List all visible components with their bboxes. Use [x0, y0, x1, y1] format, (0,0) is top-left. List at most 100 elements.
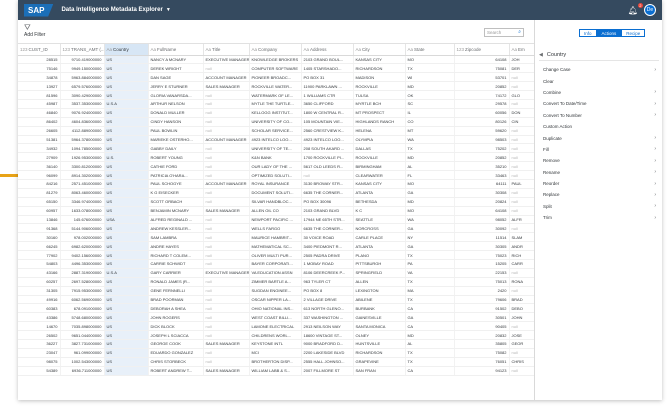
- table-cell[interactable]: 45987: [18, 99, 61, 109]
- table-cell[interactable]: BAYER CORPORATI...: [249, 259, 302, 269]
- table-cell[interactable]: IL: [405, 108, 455, 118]
- table-cell[interactable]: ATLANTA: [353, 188, 406, 198]
- table-cell[interactable]: 1700 ROCKVILLE PI...: [301, 152, 354, 163]
- table-cell[interactable]: null: [203, 197, 250, 207]
- table-cell[interactable]: SALES MANAGER: [203, 339, 250, 349]
- table-cell[interactable]: 8914.302000000: [60, 170, 105, 180]
- column-header-title[interactable]: AaTitle: [203, 44, 250, 56]
- column-header-company[interactable]: AaCompany: [249, 44, 302, 56]
- table-cell[interactable]: 3400 PIEDMONT R...: [301, 241, 354, 252]
- table-cell[interactable]: 81279: [18, 188, 61, 198]
- table-cell[interactable]: EXECUTIVE MANAGER: [203, 55, 250, 65]
- table-cell[interactable]: 6635 THE CORNER...: [301, 188, 354, 198]
- table-cell[interactable]: 77902: [18, 250, 61, 260]
- column-header-country[interactable]: AaCountry: [104, 44, 149, 56]
- table-cell[interactable]: null: [509, 321, 534, 332]
- table-cell[interactable]: MD: [405, 197, 455, 207]
- table-row[interactable]: 34932 1094.785000000 US GABBY DAILY null UNIV…: [18, 143, 534, 154]
- table-cell[interactable]: 4604.836000000: [60, 117, 105, 127]
- table-cell[interactable]: WELLS FARGO: [249, 223, 302, 234]
- table-cell[interactable]: 6579.576000000: [60, 81, 105, 92]
- table-cell[interactable]: 59620: [454, 126, 510, 136]
- table-row[interactable]: 98075 1002.543000000 US CHRIS STORBECK null B…: [18, 357, 534, 367]
- table-cell[interactable]: 90405: [454, 321, 510, 332]
- table-cell[interactable]: DOCUMENT SOLUTI...: [249, 188, 302, 198]
- table-cell[interactable]: MT PROSPECT: [353, 108, 406, 118]
- table-row[interactable]: 28515 9710.419000000 US NANCY A MCNARY EXECU…: [18, 55, 534, 65]
- table-cell[interactable]: 3130 BROWAY STR...: [301, 179, 354, 189]
- table-row[interactable]: 46840 9076.924000000 US DONALD MULLER null KE…: [18, 108, 534, 118]
- table-cell[interactable]: 75023: [454, 250, 510, 260]
- table-cell[interactable]: EXECUTIVE MANAGER: [203, 268, 250, 278]
- table-cell[interactable]: JOH: [509, 55, 534, 65]
- table-cell[interactable]: 33463: [454, 170, 510, 180]
- table-cell[interactable]: SC: [405, 99, 455, 109]
- table-cell[interactable]: 17944 NE 65TH STR...: [301, 215, 354, 225]
- table-cell[interactable]: ROCKVILLE WATER...: [249, 81, 302, 92]
- table-cell[interactable]: 2103 GRAND BOUL...: [301, 55, 354, 65]
- table-cell[interactable]: null: [509, 366, 534, 376]
- table-cell[interactable]: GEORGE COOK: [148, 339, 204, 349]
- table-cell[interactable]: null: [509, 197, 534, 207]
- column-header-state[interactable]: AaState: [405, 44, 455, 56]
- table-cell[interactable]: DONALD MULLER: [148, 108, 204, 118]
- table-row[interactable]: 51381 5964.378000000 US MARIEKE OSTERHO... A…: [18, 135, 534, 145]
- table-cell[interactable]: ROBERT ANDREW T...: [148, 366, 204, 376]
- table-cell[interactable]: US: [104, 117, 149, 127]
- table-cell[interactable]: ACCOUNT MANAGER: [203, 179, 250, 189]
- table-cell[interactable]: DALLAS: [353, 143, 406, 154]
- table-cell[interactable]: 1800 W CENTRAL R...: [301, 108, 354, 118]
- table-cell[interactable]: GLO: [509, 90, 534, 100]
- table-cell[interactable]: WA: [405, 215, 455, 225]
- table-cell[interactable]: 30305: [454, 241, 510, 252]
- table-cell[interactable]: U.S.: [104, 152, 149, 163]
- table-cell[interactable]: US: [104, 55, 149, 65]
- table-cell[interactable]: 20832: [454, 330, 510, 340]
- table-cell[interactable]: 20824: [454, 197, 510, 207]
- table-cell[interactable]: 6936.711000000: [60, 366, 105, 376]
- table-cell[interactable]: null: [203, 188, 250, 198]
- table-cell[interactable]: null: [203, 126, 250, 136]
- table-cell[interactable]: null: [203, 117, 250, 127]
- table-cell[interactable]: BETHESDA: [353, 197, 406, 207]
- table-cell[interactable]: CHRIS STORBECK: [148, 357, 204, 367]
- table-cell[interactable]: PA: [405, 259, 455, 269]
- table-cell[interactable]: null: [203, 232, 250, 243]
- table-cell[interactable]: 51381: [18, 135, 61, 145]
- table-cell[interactable]: 5144.906000000: [60, 223, 105, 234]
- table-cell[interactable]: JOHN: [509, 312, 534, 323]
- table-cell[interactable]: SILVAR HANDBLOC...: [249, 197, 302, 207]
- table-cell[interactable]: 60257: [18, 277, 61, 287]
- table-cell[interactable]: CIN: [509, 117, 534, 127]
- table-row[interactable]: 54803 4496.353000000 US CARRIE SCHWIDT null B…: [18, 259, 534, 269]
- table-cell[interactable]: 9076.924000000: [60, 108, 105, 118]
- table-cell[interactable]: 98075: [18, 357, 61, 367]
- table-cell[interactable]: 80126: [454, 117, 510, 127]
- table-cell[interactable]: US: [104, 295, 149, 305]
- table-cell[interactable]: 96099: [18, 170, 61, 180]
- table-cell[interactable]: 2007 FILLMORE ST: [301, 366, 354, 376]
- table-cell[interactable]: RONALD JAMES (R...: [148, 277, 204, 287]
- table-cell[interactable]: null: [509, 206, 534, 216]
- table-cell[interactable]: 9402.156000000: [60, 250, 105, 260]
- table-cell[interactable]: ATLANTA: [353, 241, 406, 252]
- table-cell[interactable]: 7035.898000000: [60, 321, 105, 332]
- table-cell[interactable]: 98503: [454, 135, 510, 145]
- table-cell[interactable]: GARY CARRIER: [148, 268, 204, 278]
- table-cell[interactable]: null: [203, 215, 250, 225]
- tab-info[interactable]: Info: [579, 29, 597, 37]
- table-cell[interactable]: GA: [405, 312, 455, 323]
- table-cell[interactable]: JOSEPH L SCIACCA: [148, 330, 204, 340]
- table-cell[interactable]: MO: [405, 179, 455, 189]
- table-cell[interactable]: null: [509, 72, 534, 83]
- table-cell[interactable]: 2420: [454, 286, 510, 296]
- table-cell[interactable]: HELENA: [353, 126, 406, 136]
- table-cell[interactable]: 36227: [18, 339, 61, 349]
- table-cell[interactable]: 64108: [454, 55, 510, 65]
- table-cell[interactable]: ANDR: [509, 241, 534, 252]
- table-cell[interactable]: SEATTLE: [353, 215, 406, 225]
- table-cell[interactable]: TX: [405, 63, 455, 74]
- table-cell[interactable]: 60056: [454, 108, 510, 118]
- table-cell[interactable]: SALES MANAGER: [203, 206, 250, 216]
- table-cell[interactable]: 5964.378000000: [60, 135, 105, 145]
